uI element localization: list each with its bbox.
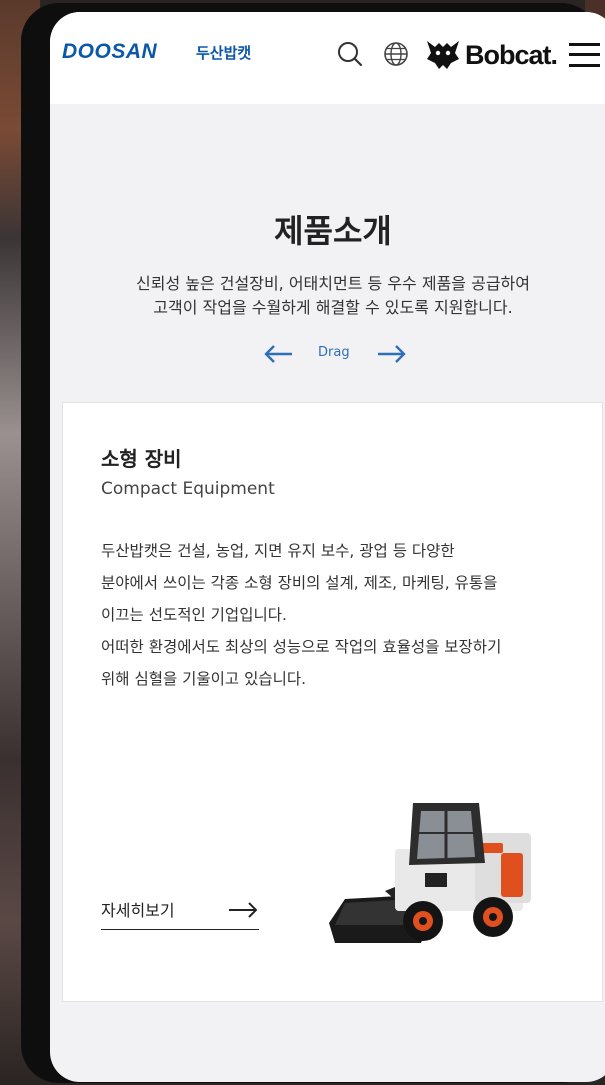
intro-description-line: 고객이 작업을 수월하게 해결할 수 있도록 지원합니다. — [153, 298, 513, 317]
phone-screen: DOOSAN 두산밥캣 Bobcat. 제품소개 신뢰성 높은 건설장비, 어태… — [50, 12, 605, 1082]
card-description: 두산밥캣은 건설, 농업, 지면 유지 보수, 광업 등 다양한 분야에서 쓰이… — [101, 535, 571, 695]
card-description-line: 분야에서 쓰이는 각종 소형 장비의 설계, 제조, 마케팅, 유통을 — [101, 574, 498, 592]
intro-description-line: 신뢰성 높은 건설장비, 어태치먼트 등 우수 제품을 공급하여 — [136, 274, 530, 293]
phone-frame: DOOSAN 두산밥캣 Bobcat. 제품소개 신뢰성 높은 건설장비, 어태… — [21, 3, 605, 1083]
view-more-link[interactable]: 자세히보기 — [101, 893, 259, 930]
card-description-line: 두산밥캣은 건설, 농업, 지면 유지 보수, 광업 등 다양한 — [101, 542, 455, 560]
bobcat-logo[interactable]: Bobcat. — [425, 37, 558, 73]
globe-icon — [384, 42, 408, 66]
card-description-line: 위해 심혈을 기울이고 있습니다. — [101, 670, 307, 688]
search-icon — [338, 42, 363, 67]
bobcat-wordmark: Bobcat. — [465, 40, 558, 70]
skid-steer-loader-image — [329, 803, 531, 943]
arrow-right-icon[interactable] — [376, 344, 408, 364]
hamburger-menu-icon — [569, 42, 601, 68]
product-card[interactable]: 소형 장비 Compact Equipment 두산밥캣은 건설, 농업, 지면… — [62, 402, 603, 1002]
arrow-right-icon — [229, 902, 258, 918]
view-more-label: 자세히보기 — [101, 901, 175, 920]
drag-label: Drag — [318, 345, 350, 360]
doosan-logo[interactable]: DOOSAN — [62, 40, 157, 64]
language-button[interactable] — [383, 41, 409, 67]
intro-description: 신뢰성 높은 건설장비, 어태치먼트 등 우수 제품을 공급하여 고객이 작업을… — [90, 272, 576, 320]
card-subtitle: Compact Equipment — [101, 479, 275, 499]
drag-indicator: Drag — [262, 342, 412, 366]
menu-button[interactable] — [569, 42, 601, 68]
arrow-left-icon[interactable] — [262, 344, 294, 364]
page-title: 제품소개 — [274, 212, 392, 250]
card-description-line: 어떠한 환경에서도 최상의 성능으로 작업의 효율성을 보장하기 — [101, 638, 502, 656]
site-header: DOOSAN 두산밥캣 Bobcat. — [50, 12, 605, 104]
doosan-bobcat-korean-logo[interactable]: 두산밥캣 — [196, 42, 251, 63]
card-title: 소형 장비 — [101, 447, 182, 471]
card-description-line: 이끄는 선도적인 기업입니다. — [101, 606, 287, 624]
search-button[interactable] — [336, 40, 364, 68]
bobcat-logo-icon — [427, 41, 459, 69]
